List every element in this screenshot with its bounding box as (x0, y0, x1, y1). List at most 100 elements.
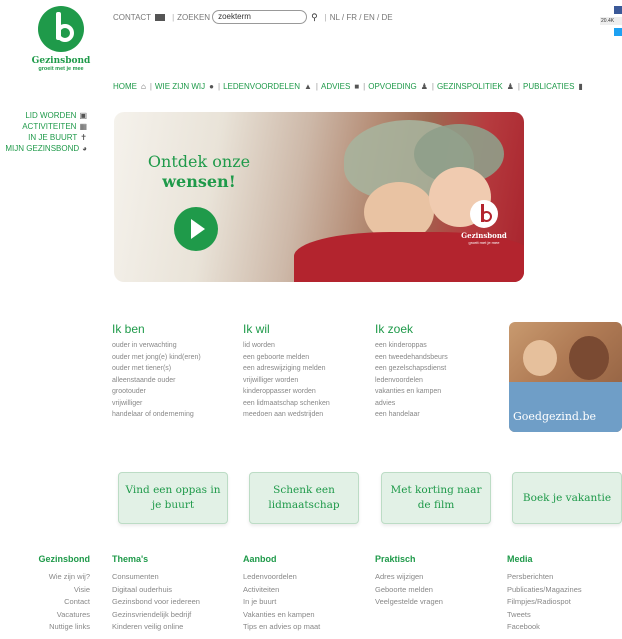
footer-link[interactable]: Vacatures (0, 609, 90, 622)
promo-photo-part (509, 382, 622, 432)
list-item[interactable]: ouder met tiener(s) (112, 363, 237, 375)
list-item[interactable]: advies (375, 398, 500, 410)
cta-lidmaatschap[interactable]: Schenk een lidmaatschap (249, 472, 359, 524)
social-widgets: 20.4K (600, 6, 622, 36)
footer-link[interactable]: Contact (0, 596, 90, 609)
footer-link[interactable]: Tips en advies op maat (243, 621, 363, 634)
sidenav-label: IN JE BUURT (28, 133, 78, 142)
nav-label: HOME (113, 82, 137, 91)
footer-link[interactable]: In je buurt (243, 596, 363, 609)
footer-title: Praktisch (375, 554, 416, 564)
mail-icon (155, 13, 166, 21)
separator: | (217, 82, 221, 91)
list-item[interactable]: meedoen aan wedstrijden (243, 409, 368, 421)
logo-name: Gezinsbond (31, 56, 91, 66)
list-item[interactable]: een kinderoppas (375, 340, 500, 352)
list-item[interactable]: grootouder (112, 386, 237, 398)
list-item[interactable]: vakanties en kampen (375, 386, 500, 398)
twitter-icon[interactable] (614, 28, 622, 36)
separator: | (517, 82, 520, 91)
footer-title: Aanbod (243, 554, 277, 564)
cta-oppas[interactable]: Vind een oppas in je buurt (118, 472, 228, 524)
book-icon: ▮ (578, 82, 583, 91)
footer-link[interactable]: Nuttige links (0, 621, 90, 634)
list-item[interactable]: een tweedehandsbeurs (375, 352, 500, 364)
goedgezind-promo[interactable]: Goedgezind.be (509, 322, 622, 432)
list-item[interactable]: een adreswijziging melden (243, 363, 368, 375)
list-item[interactable]: een gezelschapsdienst (375, 363, 500, 375)
list-item[interactable]: handelaar of onderneming (112, 409, 237, 421)
list-item[interactable]: vrijwilliger worden (243, 375, 368, 387)
site-logo[interactable]: Gezinsbond groeit met je mee (30, 6, 92, 72)
list-item[interactable]: een geboorte melden (243, 352, 368, 364)
footer-column-praktisch: Praktisch Adres wijzigen Geboorte melden… (375, 554, 495, 609)
nav-label: WIE ZIJN WIJ (154, 82, 206, 91)
footer-link[interactable]: Activiteiten (243, 584, 363, 597)
footer-link[interactable]: Persberichten (507, 571, 617, 584)
cta-film[interactable]: Met korting naar de film (381, 472, 491, 524)
column-ik-wil: Ik wil lid worden een geboorte melden ee… (243, 322, 368, 421)
nav-item-opvoeding[interactable]: | OPVOEDING ♟ (363, 82, 432, 91)
footer-link[interactable]: Digitaal ouderhuis (112, 584, 232, 597)
footer-link[interactable]: Visie (0, 584, 90, 597)
people-icon: ♟ (506, 82, 514, 91)
play-button[interactable] (174, 207, 218, 251)
nav-item-wie-zijn-wij[interactable]: | WIE ZIJN WIJ ● (150, 82, 218, 91)
list-item[interactable]: vrijwilliger (112, 398, 237, 410)
separator: | (149, 82, 152, 91)
list-item[interactable]: een handelaar (375, 409, 500, 421)
footer-link[interactable]: Consumenten (112, 571, 232, 584)
footer-link[interactable]: Veelgestelde vragen (375, 596, 495, 609)
logo-icon: ◕ (82, 144, 87, 153)
footer-link[interactable]: Gezinsbond voor iedereen (112, 596, 232, 609)
footer-link[interactable]: Vakanties en kampen (243, 609, 363, 622)
main-navigation: HOME ⌂ | WIE ZIJN WIJ ● | LEDENVOORDELEN ▲ | A… (113, 82, 587, 91)
like-count: 20.4K (600, 17, 622, 25)
cta-vakantie[interactable]: Boek je vakantie (512, 472, 622, 524)
search-label: ZOEKEN (177, 12, 211, 22)
footer-link[interactable]: Gezinsvriendelijk bedrijf (112, 609, 232, 622)
list-item[interactable]: ledenvoordelen (375, 375, 500, 387)
footer-link[interactable]: Geboorte melden (375, 584, 495, 597)
hero-logo-name: Gezinsbond (461, 231, 507, 240)
user-icon: ▲ (303, 82, 312, 91)
list-item[interactable]: alleenstaande ouder (112, 375, 237, 387)
nav-item-home[interactable]: HOME ⌂ (113, 82, 150, 91)
footer-link[interactable]: Publicaties/Magazines (507, 584, 617, 597)
footer-link[interactable]: Tweets (507, 609, 617, 622)
nav-item-ledenvoordelen[interactable]: | LEDENVOORDELEN ▲ (218, 82, 316, 91)
sidenav-item-lid-worden[interactable]: LID WORDEN ▣ (5, 110, 87, 121)
search-icon[interactable]: ⚲ (311, 12, 318, 23)
nav-label: ADVIES (320, 82, 351, 91)
footer-column-themas: Thema's Consumenten Digitaal ouderhuis G… (112, 554, 232, 634)
nav-label: PUBLICATIES (523, 82, 575, 91)
sidenav-item-activiteiten[interactable]: ACTIVITEITEN ▦ (5, 121, 87, 132)
footer-link[interactable]: Wie zijn wij? (0, 571, 90, 584)
sidenav-item-in-je-buurt[interactable]: IN JE BUURT ✝ (5, 132, 87, 143)
footer-link[interactable]: Adres wijzigen (375, 571, 495, 584)
search-input[interactable]: zoekterm (212, 10, 308, 24)
facebook-icon[interactable] (614, 6, 622, 14)
nav-item-publicaties[interactable]: | PUBLICATIES ▮ (518, 82, 587, 91)
list-item[interactable]: ouder in verwachting (112, 340, 237, 352)
top-bar: CONTACT | ZOEKEN zoekterm ⚲ | NL / FR / … (113, 10, 393, 24)
separator: | (324, 12, 327, 22)
footer-link[interactable]: Facebook (507, 621, 617, 634)
hero-banner[interactable]: Ontdek onze wensen! Gezinsbond groeit me… (114, 112, 524, 282)
footer-link[interactable]: Ledenvoordelen (243, 571, 363, 584)
sidenav-item-mijn-gezinsbond[interactable]: MIJN GEZINSBOND ◕ (5, 143, 87, 154)
list-item[interactable]: kinderoppasser worden (243, 386, 368, 398)
nav-item-gezinspolitiek[interactable]: | GEZINSPOLITIEK ♟ (432, 82, 518, 91)
list-item[interactable]: ouder met jong(e) kind(eren) (112, 352, 237, 364)
contact-link[interactable]: CONTACT (113, 13, 151, 22)
list-item[interactable]: een lidmaatschap schenken (243, 398, 368, 410)
footer-link[interactable]: Kinderen veilig online (112, 621, 232, 634)
footer-column-gezinsbond: Gezinsbond Wie zijn wij? Visie Contact V… (0, 554, 91, 634)
footer-link[interactable]: Filmpjes/Radiospot (507, 596, 617, 609)
separator: | (315, 82, 318, 91)
hero-logo: Gezinsbond groeit met je mee (459, 200, 509, 245)
column-title: Ik ben (112, 322, 145, 336)
list-item[interactable]: lid worden (243, 340, 368, 352)
language-switcher[interactable]: NL / FR / EN / DE (330, 13, 393, 22)
nav-item-advies[interactable]: | ADVIES ■ (316, 82, 363, 91)
